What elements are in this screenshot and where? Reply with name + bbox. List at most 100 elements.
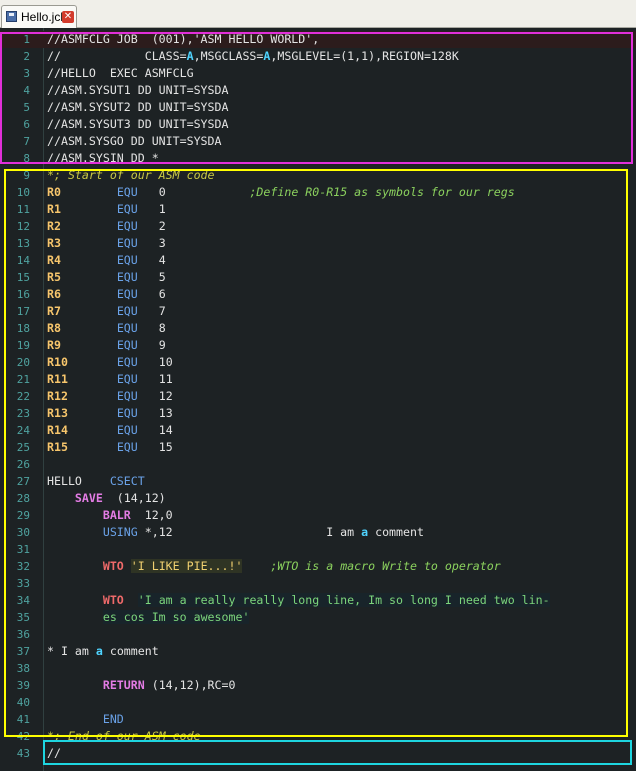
line-text: *; End of our ASM code — [47, 729, 201, 743]
code-line[interactable]: 9 *; Start of our ASM code — [0, 167, 636, 184]
code-line[interactable]: 3 //HELLO EXEC ASMFCLG — [0, 65, 636, 82]
line-text: R11 EQU 11 — [47, 372, 173, 386]
line-text: R12 EQU 12 — [47, 389, 173, 403]
code-line[interactable]: 26 — [0, 456, 636, 473]
line-number: 30 — [16, 526, 30, 539]
code-line[interactable]: 42 *; End of our ASM code — [0, 728, 636, 745]
code-line[interactable]: 27 HELLO CSECT — [0, 473, 636, 490]
code-line[interactable]: 37 * I am a comment — [0, 643, 636, 660]
line-text: WTO 'I LIKE PIE...!' ;WTO is a macro Wri… — [102, 559, 501, 573]
code-line[interactable]: 15 R5 EQU 5 — [0, 269, 636, 286]
code-line[interactable]: 2 // CLASS=A,MSGCLASS=A,MSGLEVEL=(1,1),RE… — [0, 48, 636, 65]
line-number: 1 — [23, 33, 30, 46]
line-number: 6 — [23, 118, 30, 131]
line-number: 19 — [16, 339, 30, 352]
code-line[interactable]: 21 R11 EQU 11 — [0, 371, 636, 388]
code-line[interactable]: 24 R14 EQU 14 — [0, 422, 636, 439]
code-line[interactable]: 32 WTO 'I LIKE PIE...!' ;WTO is a macro … — [0, 558, 636, 575]
line-text: R6 EQU 6 — [47, 287, 166, 301]
line-number: 20 — [16, 356, 30, 369]
code-line[interactable]: 30 USING *,12 I am a comment — [0, 524, 636, 541]
code-line[interactable]: 31 — [0, 541, 636, 558]
close-icon[interactable]: ✕ — [62, 11, 74, 23]
line-number: 39 — [16, 679, 30, 692]
line-text: * I am a comment — [47, 644, 159, 658]
line-number: 3 — [23, 67, 30, 80]
line-number: 11 — [16, 203, 30, 216]
code-line[interactable]: 17 R7 EQU 7 — [0, 303, 636, 320]
code-line[interactable]: 14 R4 EQU 4 — [0, 252, 636, 269]
line-text: R4 EQU 4 — [47, 253, 166, 267]
line-number: 33 — [16, 577, 30, 590]
line-number: 28 — [16, 492, 30, 505]
line-text: R5 EQU 5 — [47, 270, 166, 284]
line-number: 31 — [16, 543, 30, 556]
line-text: BALR 12,0 — [102, 508, 173, 522]
code-line[interactable]: 1 //ASMFCLG JOB (001),'ASM HELLO WORLD', — [0, 31, 636, 48]
code-line[interactable]: 12 R2 EQU 2 — [0, 218, 636, 235]
save-file-icon — [6, 11, 17, 22]
code-line[interactable]: 7 //ASM.SYSGO DD UNIT=SYSDA — [0, 133, 636, 150]
line-number: 24 — [16, 424, 30, 437]
line-number: 14 — [16, 254, 30, 267]
line-text: R7 EQU 7 — [47, 304, 166, 318]
code-line[interactable]: 4 //ASM.SYSUT1 DD UNIT=SYSDA — [0, 82, 636, 99]
line-number: 23 — [16, 407, 30, 420]
code-line[interactable]: 23 R13 EQU 13 — [0, 405, 636, 422]
code-line[interactable]: 40 — [0, 694, 636, 711]
code-line[interactable]: 36 — [0, 626, 636, 643]
line-number: 26 — [16, 458, 30, 471]
line-number: 38 — [16, 662, 30, 675]
code-line[interactable]: 43 // — [0, 745, 636, 762]
line-number: 13 — [16, 237, 30, 250]
line-text: R15 EQU 15 — [47, 440, 173, 454]
line-number: 34 — [16, 594, 30, 607]
code-line[interactable]: 13 R3 EQU 3 — [0, 235, 636, 252]
line-number: 17 — [16, 305, 30, 318]
code-line[interactable]: 6 //ASM.SYSUT3 DD UNIT=SYSDA — [0, 116, 636, 133]
code-line[interactable]: 16 R6 EQU 6 — [0, 286, 636, 303]
code-line[interactable]: 19 R9 EQU 9 — [0, 337, 636, 354]
code-line[interactable]: 11 R1 EQU 1 — [0, 201, 636, 218]
line-text: //HELLO EXEC ASMFCLG — [47, 66, 194, 80]
line-text: //ASM.SYSIN DD * — [47, 151, 159, 165]
code-line[interactable]: 35 es cos Im so awesome' — [0, 609, 636, 626]
tab-hello-jcl[interactable]: Hello.jcl ✕ — [1, 5, 77, 28]
code-line[interactable]: 28 SAVE (14,12) — [0, 490, 636, 507]
line-text: //ASM.SYSGO DD UNIT=SYSDA — [47, 134, 222, 148]
line-number: 16 — [16, 288, 30, 301]
line-text: // CLASS=A,MSGCLASS=A,MSGLEVEL=(1,1),REG… — [47, 49, 459, 63]
code-line[interactable]: 41 END — [0, 711, 636, 728]
line-text: USING *,12 I am a comment — [102, 525, 424, 539]
code-line[interactable]: 34 WTO 'I am a really really long line, … — [0, 592, 636, 609]
code-line[interactable]: 39 RETURN (14,12),RC=0 — [0, 677, 636, 694]
code-line[interactable]: 29 BALR 12,0 — [0, 507, 636, 524]
line-text: *; Start of our ASM code — [47, 168, 215, 182]
code-line[interactable]: 8 //ASM.SYSIN DD * — [0, 150, 636, 167]
line-number: 22 — [16, 390, 30, 403]
code-line[interactable]: 22 R12 EQU 12 — [0, 388, 636, 405]
code-line[interactable]: 18 R8 EQU 8 — [0, 320, 636, 337]
code-line[interactable]: 38 — [0, 660, 636, 677]
line-number: 35 — [16, 611, 30, 624]
line-number: 18 — [16, 322, 30, 335]
code-line[interactable]: 25 R15 EQU 15 — [0, 439, 636, 456]
code-line[interactable]: 10 R0 EQU 0 ;Define R0-R15 as symbols for… — [0, 184, 636, 201]
line-text: WTO 'I am a really really long line, Im … — [102, 593, 550, 607]
line-number: 43 — [16, 747, 30, 760]
line-text: END — [102, 712, 124, 726]
code-editor[interactable]: 1 //ASMFCLG JOB (001),'ASM HELLO WORLD', 2… — [0, 28, 636, 771]
line-text: R10 EQU 10 — [47, 355, 173, 369]
line-text: R2 EQU 2 — [47, 219, 166, 233]
line-number: 41 — [16, 713, 30, 726]
line-number: 12 — [16, 220, 30, 233]
code-line[interactable]: 33 — [0, 575, 636, 592]
line-text: R14 EQU 14 — [47, 423, 173, 437]
line-text: R13 EQU 13 — [47, 406, 173, 420]
line-number: 40 — [16, 696, 30, 709]
line-number: 4 — [23, 84, 30, 97]
code-line[interactable]: 5 //ASM.SYSUT2 DD UNIT=SYSDA — [0, 99, 636, 116]
line-text: HELLO CSECT — [47, 474, 145, 488]
code-line[interactable]: 20 R10 EQU 10 — [0, 354, 636, 371]
line-text: R1 EQU 1 — [47, 202, 166, 216]
